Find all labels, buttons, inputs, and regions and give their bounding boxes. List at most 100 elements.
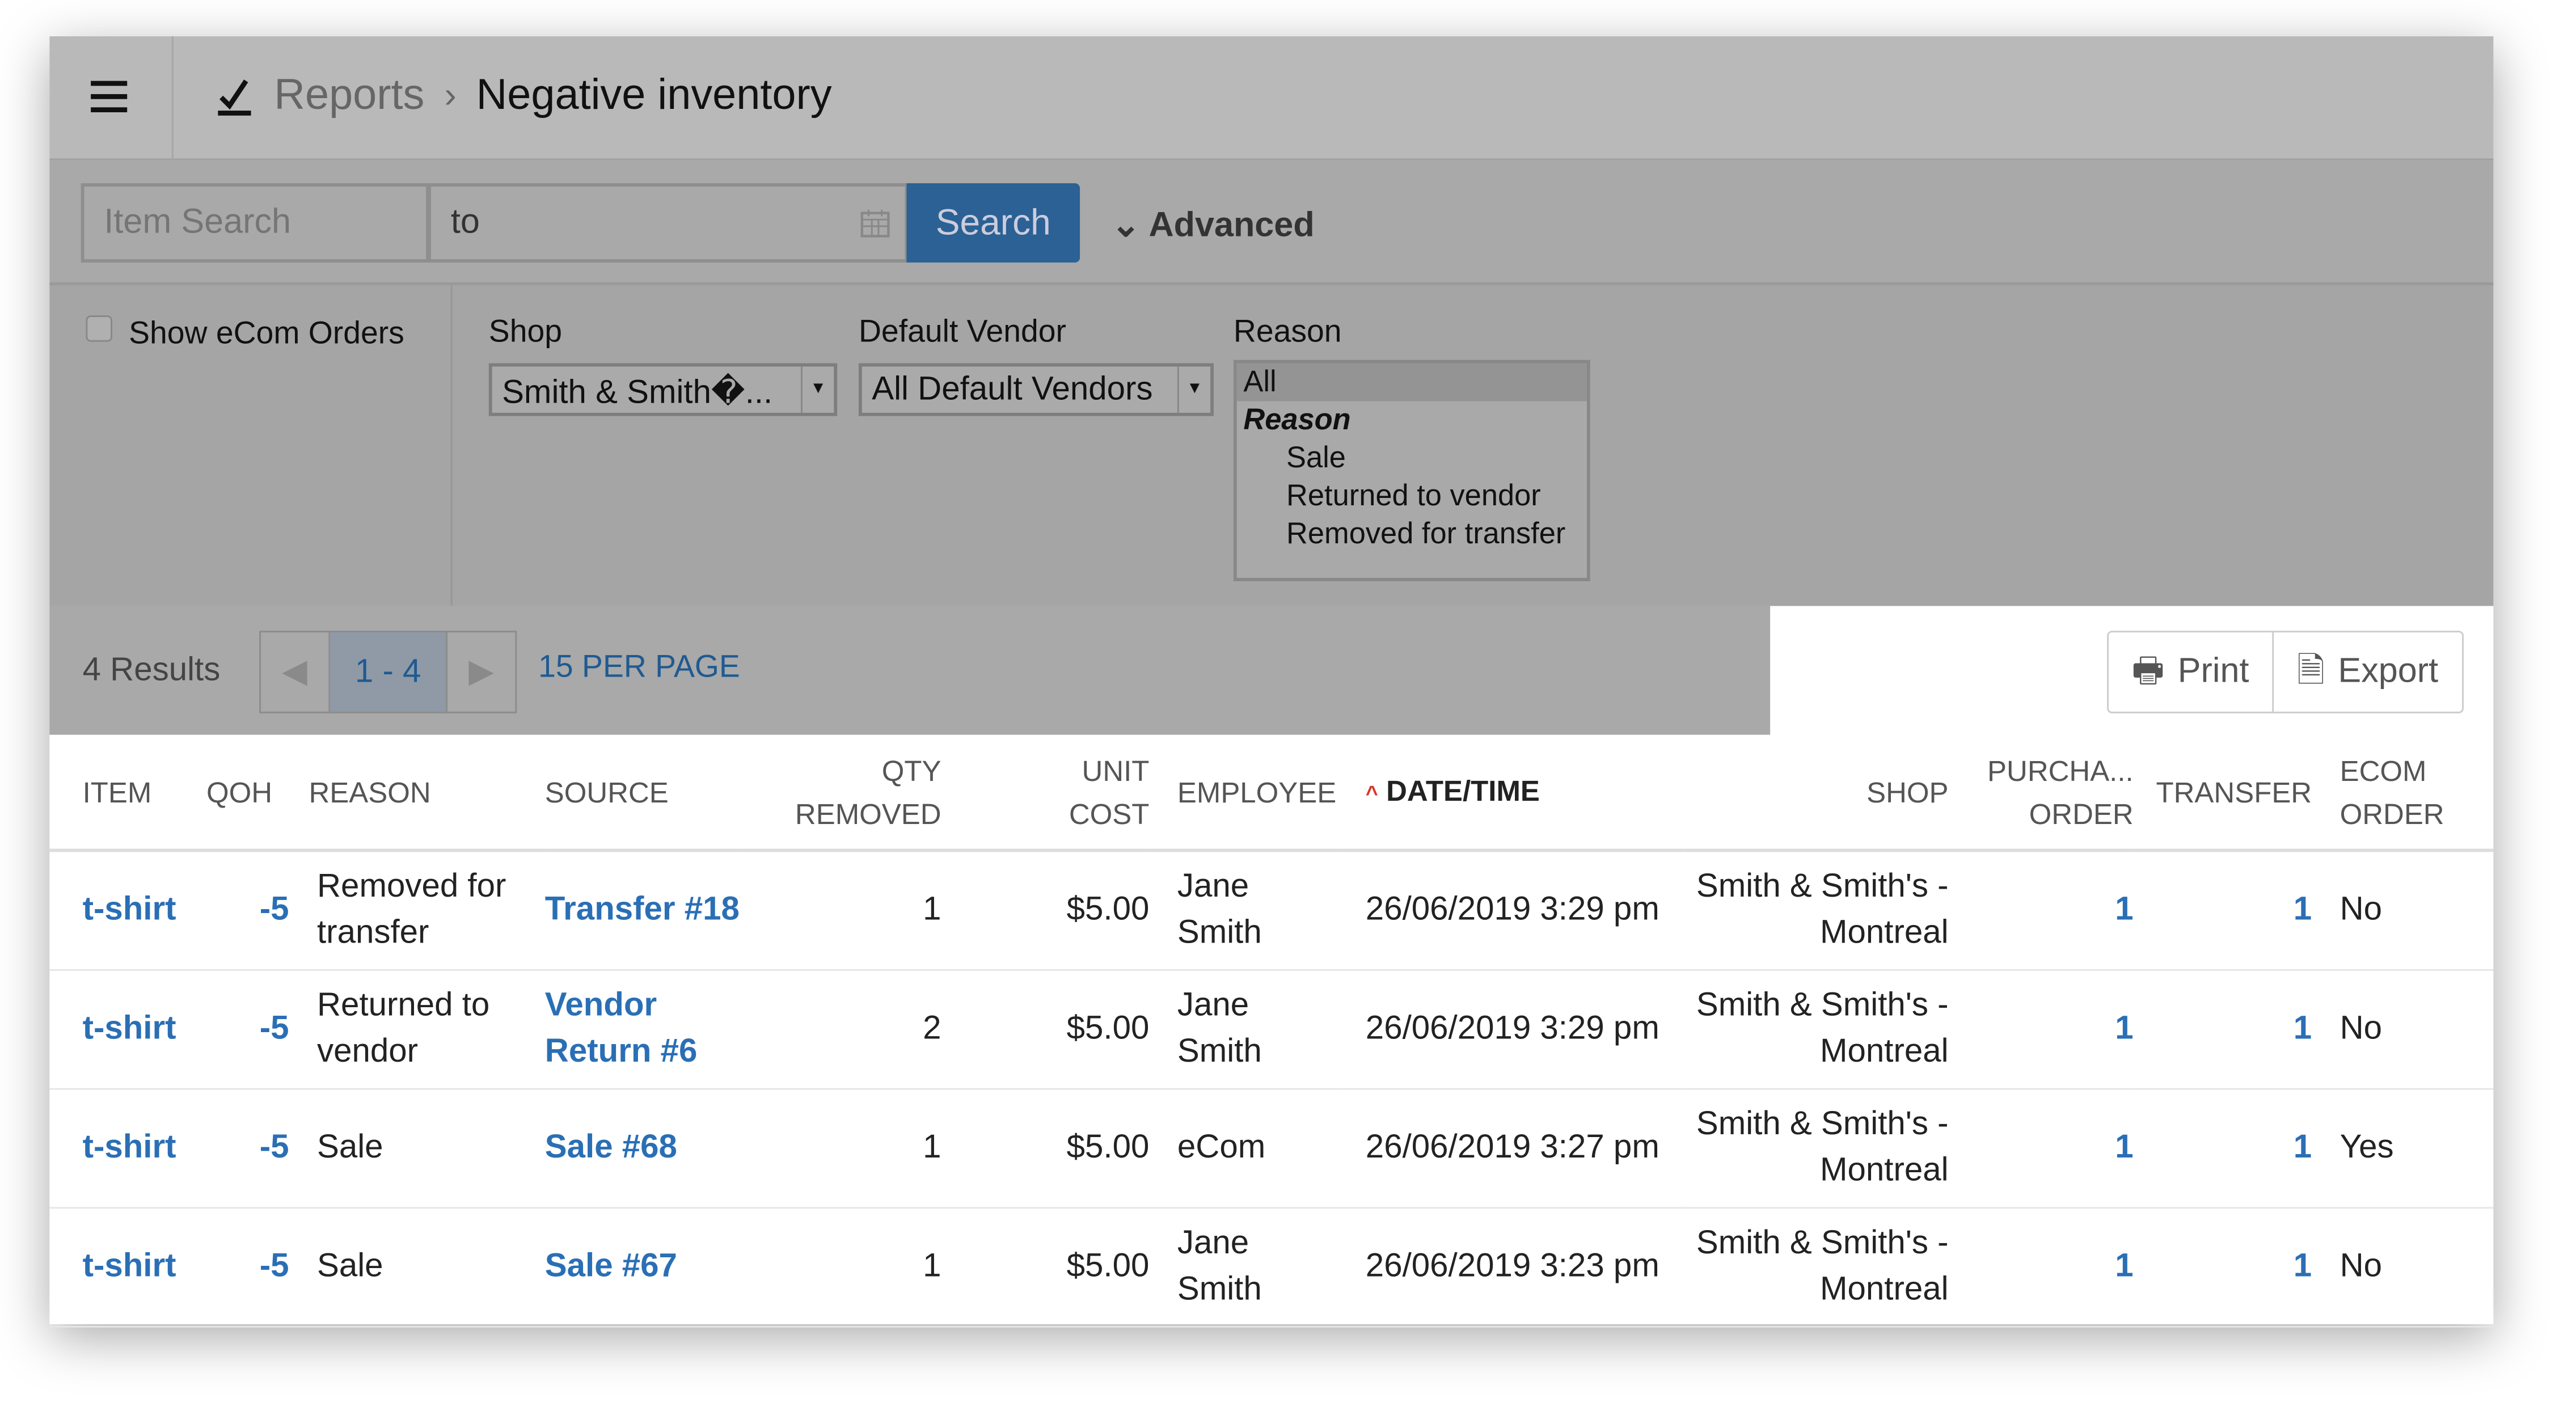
table-row: t-shirt -5 Removed for transfer Transfer… (49, 850, 2494, 970)
purchase-order-link[interactable]: 1 (1948, 969, 2134, 1089)
employee-cell: Jane Smith (1149, 1207, 1338, 1327)
col-qty-removed[interactable]: QTY REMOVED (743, 734, 941, 852)
advanced-filters: Show eCom Orders Shop Smith & Smith�... ▼… (49, 285, 2494, 606)
source-link[interactable]: Sale #67 (544, 1207, 744, 1327)
reason-cell: Sale (289, 1088, 545, 1208)
pager: ◀ 1 - 4 ▶ (259, 631, 517, 713)
date-range-input[interactable]: to (428, 183, 909, 263)
vendor-value: All Default Vendors (872, 371, 1153, 408)
source-link[interactable]: Vendor Return #6 (544, 969, 744, 1089)
print-label: Print (2177, 652, 2249, 691)
unit-cost-cell: $5.00 (941, 1207, 1150, 1327)
transfer-link[interactable]: 1 (2133, 1088, 2312, 1208)
purchase-order-link[interactable]: 1 (1948, 1207, 2134, 1327)
purchase-order-link[interactable]: 1 (1948, 850, 2134, 970)
employee-cell: Jane Smith (1149, 850, 1338, 970)
datetime-cell: 26/06/2019 3:29 pm (1337, 969, 1684, 1089)
breadcrumb: Reports › Negative inventory (214, 69, 832, 120)
page-title: Negative inventory (476, 69, 832, 119)
source-link[interactable]: Sale #68 (544, 1088, 744, 1208)
calendar-icon[interactable] (859, 206, 892, 239)
col-label: ECOM ORDER (2339, 754, 2444, 830)
reason-cell: Removed for transfer (289, 850, 545, 970)
export-button[interactable]: 🗎 Export (2272, 632, 2461, 712)
qoh-link[interactable]: -5 (206, 1088, 289, 1208)
ecom-order-cell: No (2312, 969, 2494, 1089)
divider (450, 285, 453, 606)
item-link[interactable]: t-shirt (49, 969, 206, 1089)
menu-button[interactable] (49, 36, 174, 160)
col-purchase-order[interactable]: PURCHA... ORDER (1948, 734, 2134, 852)
qoh-link[interactable]: -5 (206, 1207, 289, 1327)
advanced-label: Advanced (1148, 206, 1315, 244)
actions-group: 🖶 Print 🗎 Export (2107, 631, 2463, 713)
reason-option[interactable]: Returned to vendor (1237, 477, 1587, 515)
col-reason[interactable]: REASON (289, 734, 545, 852)
shop-cell: Smith & Smith's - Montreal (1684, 969, 1949, 1089)
next-page-button[interactable]: ▶ (446, 632, 515, 712)
reason-group-label: Reason (1243, 403, 1351, 436)
col-ecom-order[interactable]: ECOM ORDER (2312, 734, 2494, 852)
transfer-link[interactable]: 1 (2133, 1207, 2312, 1327)
shop-select[interactable]: Smith & Smith�... ▼ (488, 363, 838, 416)
search-button[interactable]: Search (906, 183, 1080, 263)
col-transfer[interactable]: TRANSFER (2133, 734, 2312, 852)
reason-cell: Returned to vendor (289, 969, 545, 1089)
pagination-bar: 4 Results ◀ 1 - 4 ▶ 15 PER PAGE (49, 606, 1771, 735)
transfer-link[interactable]: 1 (2133, 850, 2312, 970)
col-shop[interactable]: SHOP (1684, 734, 1949, 852)
reason-listbox[interactable]: All Reason Sale Returned to vendor Remov… (1233, 360, 1590, 581)
reason-cell: Sale (289, 1207, 545, 1327)
chevron-down-icon: ⌄ (1111, 206, 1141, 244)
unit-cost-cell: $5.00 (941, 1088, 1150, 1208)
col-item[interactable]: ITEM (49, 734, 206, 852)
search-toolbar: to Search ⌄ Advanced (49, 160, 2494, 286)
ecom-order-cell: No (2312, 1207, 2494, 1327)
transfer-link[interactable]: 1 (2133, 969, 2312, 1089)
qoh-link[interactable]: -5 (206, 850, 289, 970)
item-link[interactable]: t-shirt (49, 1207, 206, 1327)
reason-label: Reason (1233, 315, 1342, 350)
shop-cell: Smith & Smith's - Montreal (1684, 1088, 1949, 1208)
shop-value: Smith & Smith�... (502, 374, 773, 411)
shop-cell: Smith & Smith's - Montreal (1684, 1207, 1949, 1327)
purchase-order-link[interactable]: 1 (1948, 1088, 2134, 1208)
results-table: ITEM QOH REASON SOURCE QTY REMOVED UNIT … (49, 734, 2494, 1327)
item-search-input[interactable] (81, 183, 429, 263)
show-ecom-checkbox[interactable] (86, 315, 112, 342)
show-ecom-label: Show eCom Orders (129, 317, 404, 352)
table-header-row: ITEM QOH REASON SOURCE QTY REMOVED UNIT … (49, 734, 2494, 852)
breadcrumb-reports[interactable]: Reports (274, 69, 424, 120)
col-label: DATE/TIME (1386, 774, 1540, 807)
unit-cost-cell: $5.00 (941, 850, 1150, 970)
reason-option-all[interactable]: All (1236, 363, 1587, 402)
qty-cell: 1 (743, 1088, 941, 1208)
col-qoh[interactable]: QOH (206, 734, 289, 852)
date-range-value: to (450, 203, 480, 242)
employee-cell: Jane Smith (1149, 969, 1338, 1089)
shop-label: Shop (488, 315, 563, 350)
source-link[interactable]: Transfer #18 (544, 850, 744, 970)
col-unit-cost[interactable]: UNIT COST (941, 734, 1150, 852)
item-link[interactable]: t-shirt (49, 1088, 206, 1208)
print-button[interactable]: 🖶 Print (2109, 632, 2272, 712)
breadcrumb-separator: › (444, 73, 457, 115)
col-datetime[interactable]: ^ DATE/TIME (1337, 734, 1684, 852)
dropdown-arrow-icon: ▼ (801, 366, 834, 413)
col-employee[interactable]: EMPLOYEE (1149, 734, 1338, 852)
qty-cell: 2 (743, 969, 941, 1089)
item-link[interactable]: t-shirt (49, 850, 206, 970)
reason-option[interactable]: Removed for transfer (1237, 515, 1587, 553)
reason-option[interactable]: Sale (1237, 439, 1587, 477)
datetime-cell: 26/06/2019 3:23 pm (1337, 1207, 1684, 1327)
qoh-link[interactable]: -5 (206, 969, 289, 1089)
printer-icon: 🖶 (2131, 652, 2165, 691)
prev-page-button[interactable]: ◀ (261, 632, 331, 712)
advanced-toggle[interactable]: ⌄ Advanced (1111, 205, 1314, 246)
export-label: Export (2338, 652, 2439, 691)
chart-icon (218, 78, 251, 115)
report-card: Reports › Negative inventory to Search ⌄… (49, 36, 2494, 1327)
vendor-select[interactable]: All Default Vendors ▼ (858, 363, 1214, 416)
per-page-selector[interactable]: 15 PER PAGE (538, 650, 740, 687)
col-source[interactable]: SOURCE (544, 734, 744, 852)
